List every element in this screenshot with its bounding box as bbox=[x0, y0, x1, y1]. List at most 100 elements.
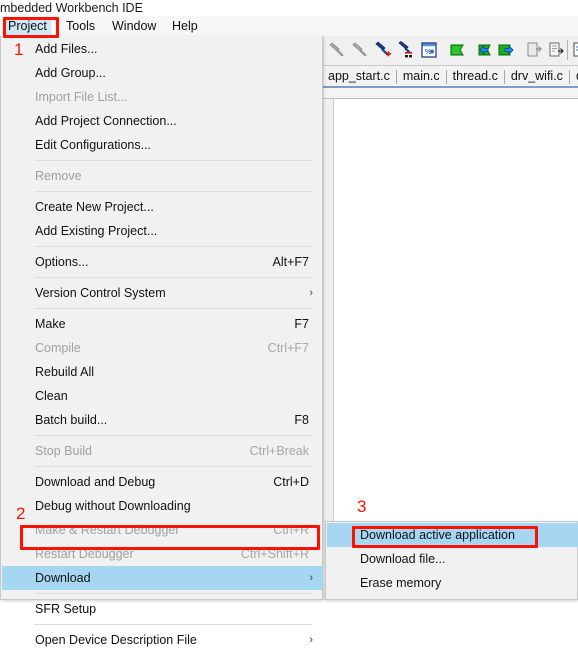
clear-breakpoint-icon[interactable] bbox=[397, 40, 415, 59]
step-into-disabled-icon[interactable] bbox=[351, 41, 369, 59]
menu-item-shortcut: Ctrl+Break bbox=[249, 444, 309, 458]
menu-item-add-existing-project[interactable]: Add Existing Project... bbox=[2, 219, 323, 243]
menu-bar: Project Tools Window Help bbox=[0, 16, 578, 37]
menu-item-label: Debug without Downloading bbox=[35, 499, 191, 513]
menu-separator bbox=[34, 246, 312, 247]
menu-item-label: SFR Setup bbox=[35, 602, 97, 616]
copy-disabled-icon[interactable] bbox=[525, 41, 543, 59]
compare-icon[interactable] bbox=[572, 41, 578, 59]
menubar-item-tools[interactable]: Tools bbox=[62, 17, 99, 35]
submenu-item-label: Download file... bbox=[360, 552, 446, 566]
view-breakpoints-icon[interactable]: % bbox=[420, 41, 438, 59]
menu-item-options[interactable]: Options... Alt+F7 bbox=[2, 250, 323, 274]
tab-divider bbox=[568, 69, 570, 84]
menu-item-add-project-connection[interactable]: Add Project Connection... bbox=[2, 109, 323, 133]
chevron-right-icon: › bbox=[309, 634, 313, 646]
menu-item-label: Batch build... bbox=[35, 413, 108, 427]
go-green-icon[interactable] bbox=[448, 41, 466, 59]
menubar-item-window[interactable]: Window bbox=[108, 17, 160, 35]
chevron-right-icon: › bbox=[309, 287, 313, 299]
menu-item-label: Compile bbox=[35, 341, 81, 355]
menu-separator bbox=[34, 624, 312, 625]
menu-item-label: Make bbox=[35, 317, 66, 331]
menu-separator bbox=[34, 435, 312, 436]
menu-item-label: Download bbox=[35, 571, 91, 585]
menu-item-restart-debugger: Restart Debugger Ctrl+Shift+R bbox=[2, 542, 323, 566]
menu-item-label: Edit Configurations... bbox=[35, 138, 152, 152]
menu-item-stop-build: Stop Build Ctrl+Break bbox=[2, 439, 323, 463]
window-title: mbedded Workbench IDE bbox=[0, 1, 143, 15]
set-breakpoint-icon[interactable] bbox=[374, 41, 392, 59]
menu-item-rebuild-all[interactable]: Rebuild All bbox=[2, 360, 323, 384]
menu-separator bbox=[34, 466, 312, 467]
menu-item-shortcut: Alt+F7 bbox=[272, 255, 309, 269]
menu-separator bbox=[34, 308, 312, 309]
menu-item-batch-build[interactable]: Batch build... F8 bbox=[2, 408, 323, 432]
editor-tab-4[interactable]: drv_wla bbox=[571, 66, 578, 86]
menu-item-add-group[interactable]: Add Group... bbox=[2, 61, 323, 85]
menu-item-download-and-debug[interactable]: Download and Debug Ctrl+D bbox=[2, 470, 323, 494]
toolbar-separator bbox=[567, 40, 568, 60]
menu-item-debug-without-downloading[interactable]: Debug without Downloading bbox=[2, 494, 323, 518]
menu-item-shortcut: F7 bbox=[294, 317, 309, 331]
menu-item-shortcut: Ctrl+R bbox=[273, 523, 309, 537]
navigate-forward-icon[interactable] bbox=[498, 41, 516, 59]
menu-item-label: Import File List... bbox=[35, 90, 128, 104]
menu-item-label: Remove bbox=[35, 169, 82, 183]
debug-toolbar: % bbox=[323, 36, 578, 66]
tab-divider bbox=[445, 69, 447, 84]
menu-item-remove: Remove bbox=[2, 164, 323, 188]
menu-item-label: Create New Project... bbox=[35, 200, 154, 214]
ide-workspace: % app_start.cmain.cthread.cdrv_wifi.cdrv… bbox=[323, 36, 578, 600]
editor-tab-strip[interactable]: app_start.cmain.cthread.cdrv_wifi.cdrv_w… bbox=[323, 66, 578, 88]
menu-item-label: Make & Restart Debugger bbox=[35, 523, 180, 537]
editor-header-strip bbox=[323, 88, 578, 99]
editor-tab-1[interactable]: main.c bbox=[398, 66, 445, 86]
menu-item-label: Stop Build bbox=[35, 444, 92, 458]
menu-item-label: Add Project Connection... bbox=[35, 114, 177, 128]
menu-item-shortcut: F8 bbox=[294, 413, 309, 427]
menu-separator bbox=[34, 277, 312, 278]
menu-item-sfr-setup[interactable]: SFR Setup bbox=[2, 597, 323, 621]
menu-item-label: Options... bbox=[35, 255, 89, 269]
tab-divider bbox=[503, 69, 505, 84]
navigate-back-icon[interactable] bbox=[473, 41, 491, 59]
editor-tab-3[interactable]: drv_wifi.c bbox=[506, 66, 568, 86]
submenu-item-download-file[interactable]: Download file... bbox=[327, 547, 578, 571]
menu-item-shortcut: Ctrl+Shift+R bbox=[240, 547, 309, 561]
menu-item-label: Download and Debug bbox=[35, 475, 156, 489]
menu-item-label: Add Files... bbox=[35, 42, 98, 56]
menu-separator bbox=[34, 160, 312, 161]
menu-item-download[interactable]: Download › bbox=[2, 566, 323, 590]
menu-item-create-new-project[interactable]: Create New Project... bbox=[2, 195, 323, 219]
tab-divider bbox=[395, 69, 397, 84]
menu-item-version-control-system[interactable]: Version Control System › bbox=[2, 281, 323, 305]
submenu-item-label: Download active application bbox=[360, 528, 515, 542]
download-submenu[interactable]: Download active application Download file… bbox=[325, 521, 578, 600]
menu-item-clean[interactable]: Clean bbox=[2, 384, 323, 408]
menu-item-label: Add Group... bbox=[35, 66, 106, 80]
menu-separator bbox=[34, 191, 312, 192]
project-dropdown-menu[interactable]: Add Files... Add Group... Import File List… bbox=[0, 36, 323, 647]
paste-icon[interactable] bbox=[547, 41, 565, 59]
menu-item-shortcut: Ctrl+F7 bbox=[267, 341, 309, 355]
menu-item-label: Restart Debugger bbox=[35, 547, 134, 561]
submenu-item-erase-memory[interactable]: Erase memory bbox=[327, 571, 578, 595]
menu-item-open-device-description-file[interactable]: Open Device Description File › bbox=[2, 628, 323, 652]
editor-tab-0[interactable]: app_start.c bbox=[323, 66, 395, 86]
menubar-item-help[interactable]: Help bbox=[168, 17, 202, 35]
editor-tab-2[interactable]: thread.c bbox=[448, 66, 503, 86]
menu-separator bbox=[34, 593, 312, 594]
submenu-item-download-active-application[interactable]: Download active application bbox=[327, 523, 578, 547]
menu-item-label: Add Existing Project... bbox=[35, 224, 158, 238]
menu-item-edit-configurations[interactable]: Edit Configurations... bbox=[2, 133, 323, 157]
menu-item-add-files[interactable]: Add Files... bbox=[2, 37, 323, 61]
menu-item-compile: Compile Ctrl+F7 bbox=[2, 336, 323, 360]
menubar-item-project[interactable]: Project bbox=[4, 17, 51, 35]
step-over-disabled-icon[interactable] bbox=[328, 41, 346, 59]
window-title-bar: mbedded Workbench IDE bbox=[0, 0, 578, 16]
menu-item-shortcut: Ctrl+D bbox=[273, 475, 309, 489]
menu-item-import-file-list: Import File List... bbox=[2, 85, 323, 109]
menu-item-label: Clean bbox=[35, 389, 68, 403]
menu-item-make[interactable]: Make F7 bbox=[2, 312, 323, 336]
